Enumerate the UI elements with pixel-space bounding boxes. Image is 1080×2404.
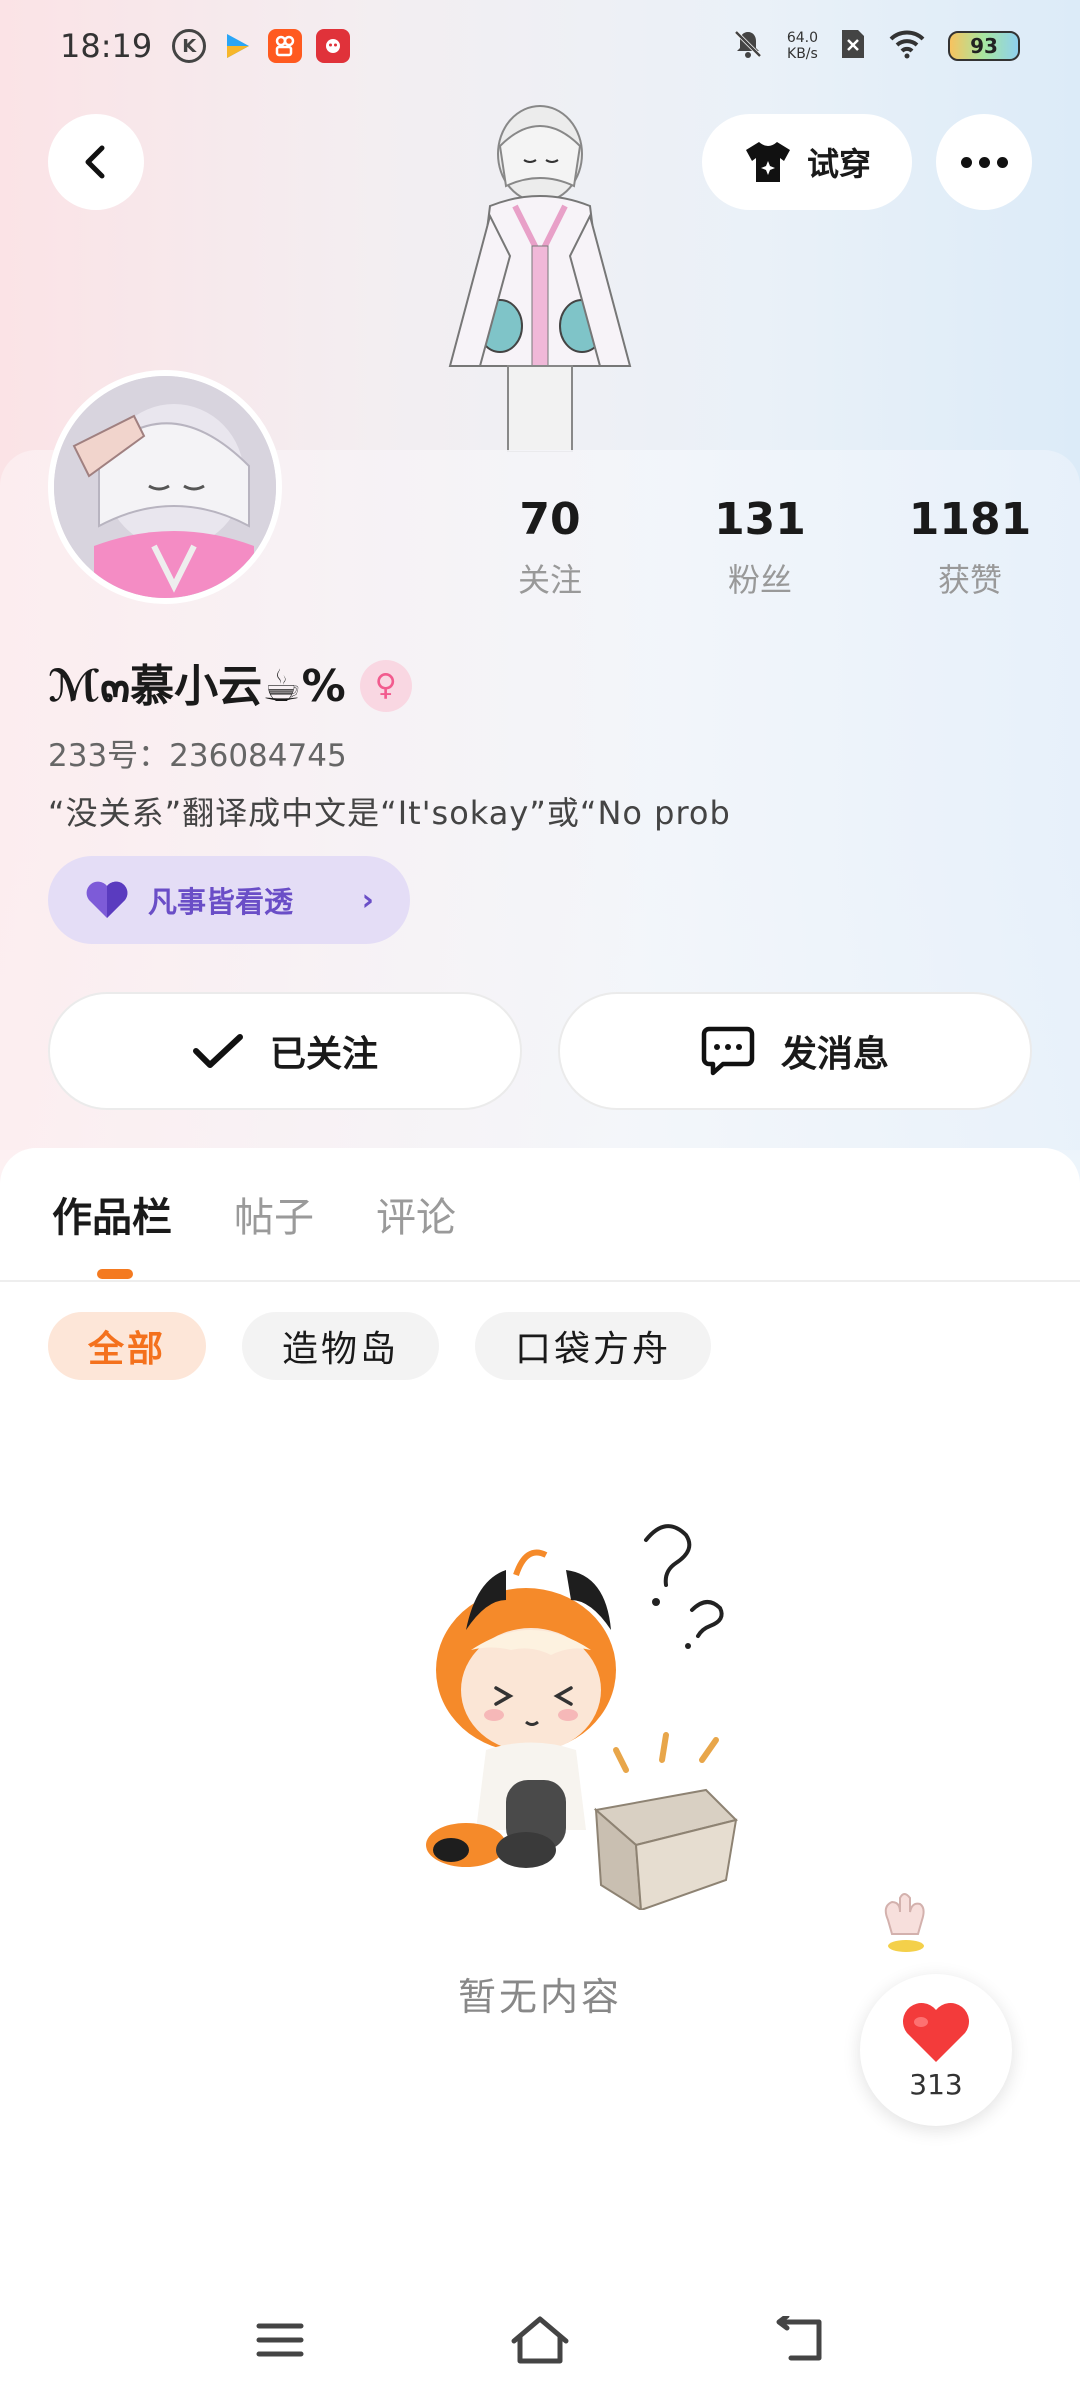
followed-button[interactable]: 已关注: [48, 992, 522, 1110]
works-filters: 全部 造物岛 口袋方舟: [48, 1312, 712, 1380]
more-dot-icon: [960, 156, 972, 168]
active-tab-indicator: [97, 1269, 133, 1279]
like-count: 313: [909, 2067, 963, 2101]
female-gender-icon: ♀: [359, 659, 412, 712]
profile-tabs: 作品栏 帖子 评论: [52, 1185, 456, 1243]
tshirt-sparkle-icon: [745, 142, 790, 182]
personal-tag-chip[interactable]: 凡事皆看透 ›: [48, 856, 410, 944]
mute-bell-icon: [731, 27, 765, 65]
heart-icon: [86, 881, 128, 918]
stat-value: 131: [714, 494, 806, 545]
kuaishou-app-icon: [268, 29, 303, 63]
sim-off-icon: [840, 28, 866, 64]
status-time: 18:19: [60, 27, 153, 65]
stat-value: 70: [519, 494, 581, 545]
stat-value: 1181: [908, 494, 1032, 545]
try-on-label: 试穿: [806, 145, 871, 183]
hand-gesture-icon: [884, 1893, 925, 1952]
nickname: ℳ๓慕小云☕%: [48, 661, 346, 712]
profile-stats: 70 关注 131 粉丝 1181 获赞: [470, 494, 1050, 601]
tab-works[interactable]: 作品栏: [52, 1185, 172, 1243]
nickname-row: ℳ๓慕小云☕% ♀: [48, 650, 412, 721]
net-speed-unit: KB/s: [787, 46, 818, 62]
tag-label: 凡事皆看透: [148, 885, 294, 919]
filter-all[interactable]: 全部: [48, 1312, 207, 1380]
net-speed: 64.0 KB/s: [787, 30, 818, 62]
filter-pocket-ark[interactable]: 口袋方舟: [475, 1312, 712, 1380]
chevron-left-icon: [85, 145, 105, 179]
net-speed-value: 64.0: [786, 30, 818, 46]
back-button[interactable]: [48, 114, 144, 210]
bio-text[interactable]: “没关系”翻译成中文是“It'sokay”或“No prob: [48, 788, 731, 834]
back-nav-button[interactable]: [760, 2300, 840, 2380]
recent-apps-button[interactable]: [240, 2300, 320, 2380]
status-right-group: 64.0 KB/s 93: [731, 27, 1020, 65]
floating-like-button[interactable]: 313: [860, 1974, 1012, 2126]
tab-posts[interactable]: 帖子: [234, 1185, 314, 1243]
more-dot-icon: [996, 156, 1008, 168]
home-icon: [511, 2316, 569, 2364]
menu-lines-icon: [256, 2323, 304, 2357]
avatar[interactable]: [48, 370, 282, 604]
check-icon: [192, 1034, 243, 1068]
stat-following[interactable]: 70 关注: [470, 494, 630, 601]
wifi-icon: [888, 29, 926, 63]
try-on-button[interactable]: 试穿: [702, 114, 912, 210]
empty-state-illustration: [426, 1524, 738, 1910]
stat-label: 关注: [517, 561, 582, 599]
tab-divider: [0, 1280, 1080, 1282]
stat-followers[interactable]: 131 粉丝: [680, 494, 840, 601]
more-dot-icon: [978, 156, 990, 168]
system-navigation-bar: [0, 2290, 1080, 2390]
stat-label: 粉丝: [727, 561, 792, 599]
tab-comments[interactable]: 评论: [376, 1185, 456, 1243]
followed-label: 已关注: [269, 1034, 378, 1075]
stat-label: 获赞: [937, 561, 1002, 599]
home-button[interactable]: [500, 2300, 580, 2380]
status-bar: 18:19 K 64.0 KB/s 93: [0, 0, 1080, 92]
more-options-button[interactable]: [936, 114, 1032, 210]
stat-likes[interactable]: 1181 获赞: [890, 494, 1050, 601]
avatar-3d-character[interactable]: [420, 96, 660, 452]
send-message-label: 发消息: [780, 1034, 889, 1075]
heart-icon: [902, 2002, 970, 2062]
chevron-right-icon: ›: [361, 882, 374, 918]
video-app-icon: [220, 29, 254, 63]
filter-creation-island[interactable]: 造物岛: [242, 1312, 440, 1380]
avatar-image: [54, 376, 276, 598]
return-arrow-icon: [776, 2316, 822, 2361]
xiaohongshu-app-icon: [316, 29, 351, 63]
user-id: 233号：236084745: [48, 738, 347, 774]
status-app-icons: K: [172, 29, 351, 63]
chat-bubble-icon: [701, 1026, 755, 1076]
k-app-icon: K: [172, 29, 207, 63]
profile-actions: 已关注 发消息: [48, 992, 1032, 1110]
battery-indicator: 93: [948, 31, 1020, 61]
send-message-button[interactable]: 发消息: [558, 992, 1032, 1110]
